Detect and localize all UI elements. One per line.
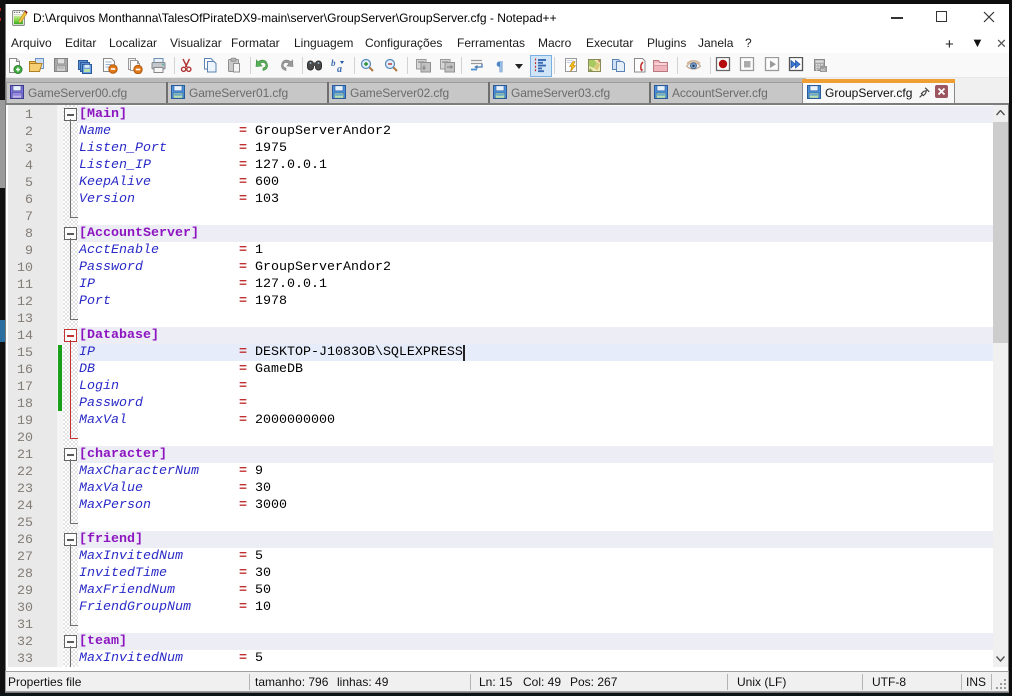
svg-text:uc: uc: [821, 67, 827, 72]
svg-text:a: a: [337, 64, 342, 74]
svg-text:¶: ¶: [496, 60, 504, 75]
svg-text:b: b: [331, 58, 336, 68]
